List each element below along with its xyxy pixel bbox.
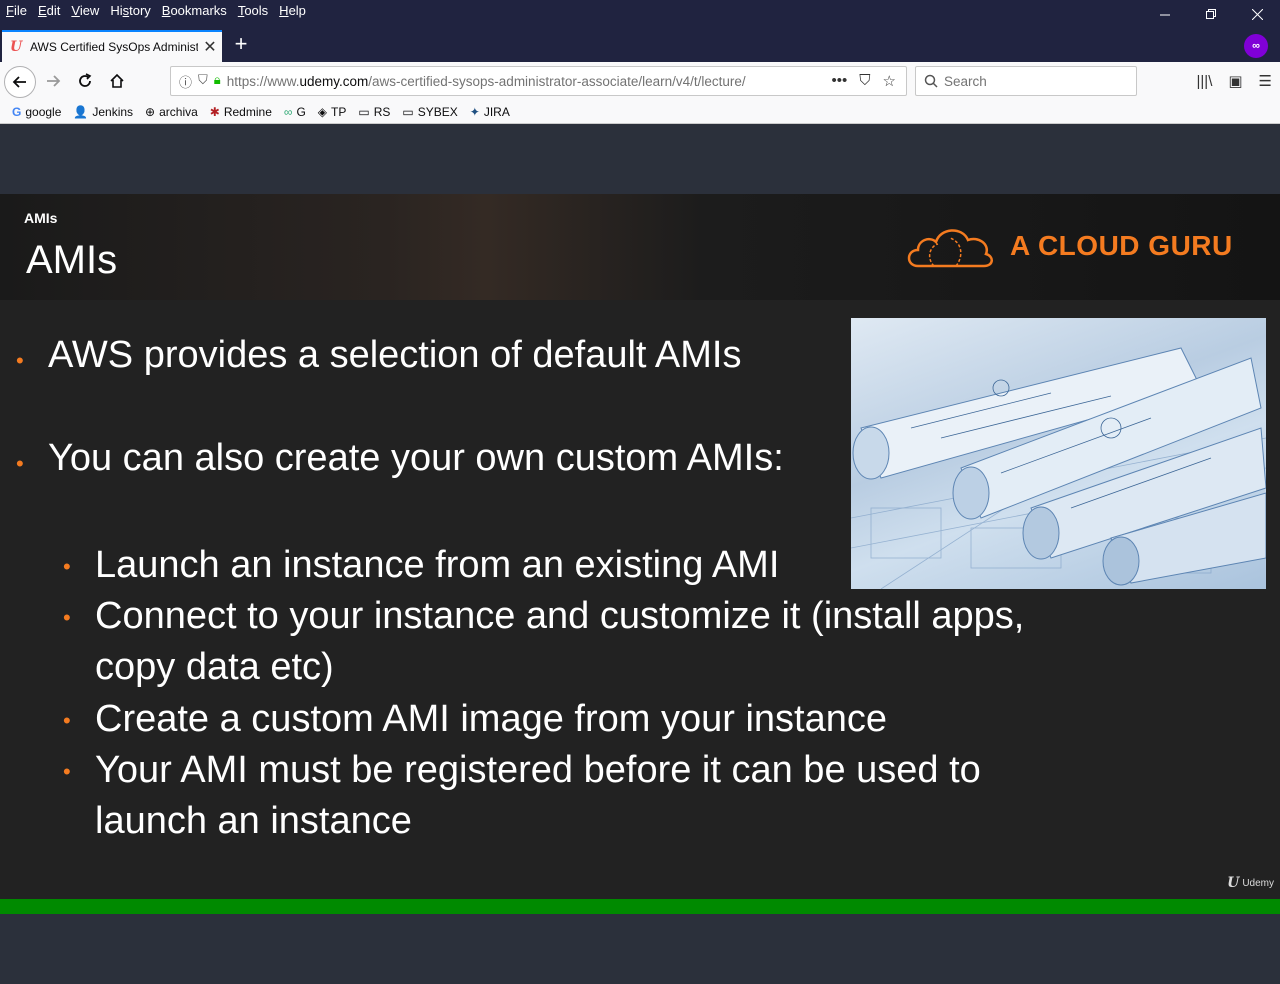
nav-bar: ⓘ ⛉ 🔒︎ https://www.udemy.com/aws-certifi… <box>0 62 1280 100</box>
sub-bullet-launch: Launch an instance from an existing AMI <box>95 544 780 586</box>
jenkins-icon: 👤 <box>73 104 89 119</box>
tracking-shield-icon[interactable]: ⛉ <box>198 72 208 91</box>
back-button[interactable] <box>4 66 36 98</box>
hamburger-menu-icon[interactable]: ☰ <box>1259 72 1272 90</box>
sub-bullet-dot: • <box>63 759 71 784</box>
bookmark-tp[interactable]: ◈ TP <box>318 105 347 119</box>
page-actions-icon[interactable]: ••• <box>832 72 848 90</box>
jira-icon: ✦ <box>469 104 480 119</box>
bookmark-google[interactable]: Ggoogle <box>12 105 61 119</box>
tp-icon: ◈ <box>317 104 328 119</box>
blueprint-image <box>851 318 1266 589</box>
new-tab-icon[interactable]: + <box>229 30 253 58</box>
sub-bullet-connect-line1: Connect to your instance and customize i… <box>95 595 1025 637</box>
bookmark-archiva[interactable]: ⊕ archiva <box>145 105 198 119</box>
forward-button[interactable] <box>38 66 68 96</box>
bullet-default-amis: AWS provides a selection of default AMIs <box>48 334 742 376</box>
lock-icon[interactable]: 🔒︎ <box>214 72 221 91</box>
bookmark-star-icon[interactable]: ☆ <box>883 72 896 90</box>
a-cloud-guru-logo: A CLOUD GURU <box>904 220 1244 272</box>
sub-bullet-connect-line2: copy data etc) <box>95 646 334 688</box>
cloud-logo-icon <box>907 229 993 268</box>
private-browsing-icon: ∞ <box>1244 34 1268 58</box>
udemy-favicon-icon: U <box>10 39 23 55</box>
bullet-dot: • <box>16 451 24 476</box>
sidebar-icon[interactable]: ▣ <box>1228 72 1242 90</box>
menu-view[interactable]: View <box>65 0 104 24</box>
sub-bullet-dot: • <box>63 708 71 733</box>
slide-title: AMIs <box>26 238 118 282</box>
link-icon: ∞ <box>283 104 293 119</box>
logo-text: A CLOUD GURU <box>1010 230 1233 261</box>
library-icon[interactable]: |||\ <box>1197 73 1213 90</box>
bookmark-g[interactable]: ∞ G <box>284 105 306 119</box>
bullet-dot: • <box>16 348 24 373</box>
slide-header: AMIs AMIs A CLOUD GURU <box>0 194 1280 300</box>
menu-help[interactable]: Help <box>273 0 311 24</box>
bookmark-jenkins[interactable]: 👤 Jenkins <box>73 105 133 119</box>
sub-bullet-dot: • <box>63 605 71 630</box>
page-content: AMIs AMIs A CLOUD GURU • AWS provides a … <box>0 124 1280 984</box>
redmine-icon: ✱ <box>209 104 220 119</box>
tab-strip: U AWS Certified SysOps Administ ✕ + ∞ <box>0 24 1280 62</box>
sub-bullet-register-line2: launch an instance <box>95 800 412 842</box>
search-icon <box>924 74 938 88</box>
folder-icon: ▭ <box>358 104 370 119</box>
google-icon: G <box>12 104 22 119</box>
home-icon <box>110 73 124 88</box>
blueprint-rolls-illustration <box>851 347 1266 589</box>
url-bar[interactable]: ⓘ ⛉ 🔒︎ https://www.udemy.com/aws-certifi… <box>170 66 907 96</box>
folder-icon: ▭ <box>402 104 414 119</box>
search-placeholder: Search <box>944 73 987 89</box>
close-tab-icon[interactable]: ✕ <box>198 37 222 57</box>
bookmark-jira[interactable]: ✦ JIRA <box>470 105 510 119</box>
back-arrow-icon <box>12 76 26 88</box>
tab-active[interactable]: U AWS Certified SysOps Administ ✕ <box>2 30 222 62</box>
menu-edit[interactable]: Edit <box>32 0 65 24</box>
sub-bullet-create: Create a custom AMI image from your inst… <box>95 698 887 740</box>
bullet-custom-amis: You can also create your own custom AMIs… <box>48 437 784 479</box>
home-button[interactable] <box>102 66 132 96</box>
tab-title: AWS Certified SysOps Administ <box>30 40 198 54</box>
sub-bullet-dot: • <box>63 554 71 579</box>
udemy-watermark: U Udemy <box>1227 875 1274 891</box>
forward-arrow-icon <box>47 75 61 87</box>
search-bar[interactable]: Search <box>915 66 1137 96</box>
menu-bar: File Edit View History Bookmarks Tools H… <box>0 0 1280 24</box>
video-slide[interactable]: AMIs AMIs A CLOUD GURU • AWS provides a … <box>0 194 1280 899</box>
sub-bullet-register-line1: Your AMI must be registered before it ca… <box>95 749 981 791</box>
menu-tools[interactable]: Tools <box>232 0 273 24</box>
udemy-logo-icon: U <box>1227 875 1240 891</box>
reload-button[interactable] <box>70 66 100 96</box>
bookmark-redmine[interactable]: ✱ Redmine <box>210 105 272 119</box>
menu-history[interactable]: History <box>104 0 155 24</box>
url-text[interactable]: https://www.udemy.com/aws-certified-syso… <box>227 74 822 89</box>
menu-bookmarks[interactable]: Bookmarks <box>156 0 232 24</box>
menu-file[interactable]: File <box>0 0 32 24</box>
reload-icon <box>79 73 92 87</box>
bookmark-rs[interactable]: ▭ RS <box>358 105 390 119</box>
info-icon[interactable]: ⓘ <box>179 72 192 91</box>
bookmarks-toolbar: Ggoogle 👤 Jenkins ⊕ archiva ✱ Redmine ∞ G ◈ T… <box>0 100 1280 124</box>
video-progress-bar[interactable] <box>0 899 1280 914</box>
globe-icon: ⊕ <box>145 104 156 119</box>
slide-section-label: AMIs <box>24 210 58 226</box>
pocket-icon[interactable]: ⛉ <box>859 72 870 90</box>
bookmark-sybex[interactable]: ▭ SYBEX <box>402 105 457 119</box>
